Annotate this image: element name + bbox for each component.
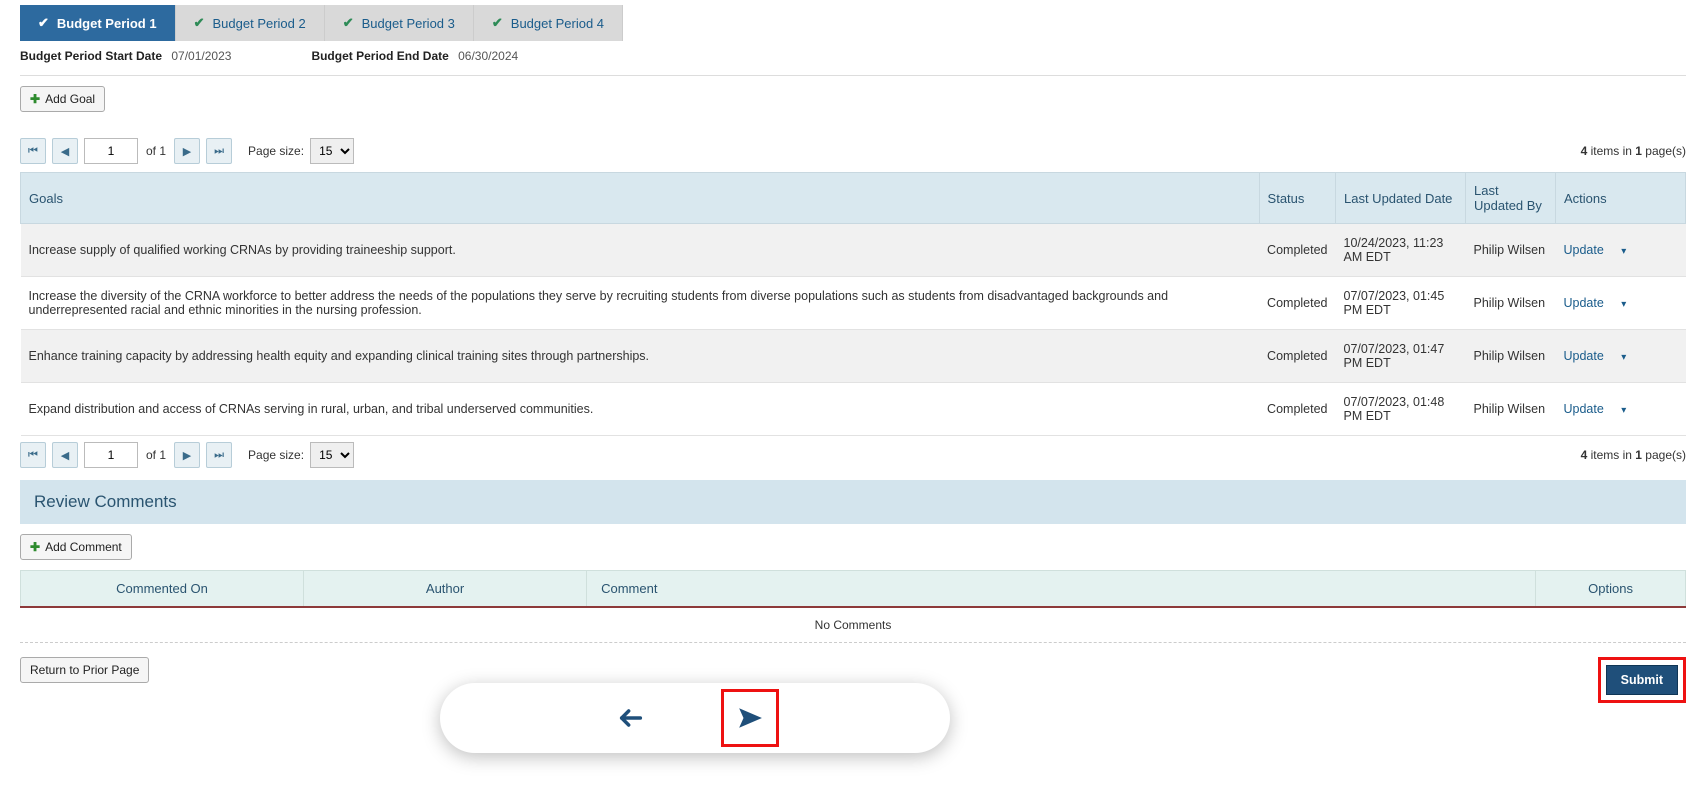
return-prior-page-button[interactable]: Return to Prior Page [20, 657, 149, 683]
pager-page-input[interactable] [84, 442, 138, 468]
pager-of-label: of 1 [144, 448, 168, 462]
end-date-label: Budget Period End Date [311, 49, 448, 63]
check-icon: ✔ [194, 15, 205, 31]
actions-cell: Update ▾ [1556, 383, 1686, 436]
pager-prev-icon[interactable]: ◀ [52, 442, 78, 468]
tab-label: Budget Period 4 [511, 16, 604, 31]
submit-highlight: Submit [1598, 657, 1686, 703]
add-comment-label: Add Comment [45, 540, 122, 554]
by-cell: Philip Wilsen [1466, 383, 1556, 436]
pager-summary: 4 items in 1 page(s) [1581, 144, 1686, 158]
back-arrow-icon[interactable] [611, 698, 651, 738]
action-caret-icon[interactable]: ▾ [1621, 299, 1626, 310]
status-cell: Completed [1259, 383, 1335, 436]
col-last-updated-by: Last Updated By [1466, 173, 1556, 224]
status-cell: Completed [1259, 330, 1335, 383]
table-row: Expand distribution and access of CRNAs … [21, 383, 1686, 436]
goal-cell: Increase the diversity of the CRNA workf… [21, 277, 1260, 330]
col-last-updated-date: Last Updated Date [1336, 173, 1466, 224]
goal-cell: Expand distribution and access of CRNAs … [21, 383, 1260, 436]
goal-cell: Enhance training capacity by addressing … [21, 330, 1260, 383]
check-icon: ✔ [343, 15, 354, 31]
table-row: Enhance training capacity by addressing … [21, 330, 1686, 383]
tab-budget-period-1[interactable]: ✔ Budget Period 1 [20, 5, 176, 41]
pager-first-icon[interactable]: ⏮ [20, 442, 46, 468]
tab-label: Budget Period 1 [57, 16, 157, 31]
col-status: Status [1259, 173, 1335, 224]
tab-budget-period-3[interactable]: ✔ Budget Period 3 [325, 5, 474, 41]
end-date-value: 06/30/2024 [458, 49, 518, 63]
date-cell: 07/07/2023, 01:45 PM EDT [1336, 277, 1466, 330]
page-size-label: Page size: [248, 448, 304, 462]
start-date-label: Budget Period Start Date [20, 49, 162, 63]
status-cell: Completed [1259, 277, 1335, 330]
pager-first-icon[interactable]: ⏮ [20, 138, 46, 164]
send-icon[interactable] [730, 698, 770, 738]
date-cell: 10/24/2023, 11:23 AM EDT [1336, 224, 1466, 277]
tab-budget-period-2[interactable]: ✔ Budget Period 2 [176, 5, 325, 41]
table-row: Increase the diversity of the CRNA workf… [21, 277, 1686, 330]
goals-table: Goals Status Last Updated Date Last Upda… [20, 172, 1686, 436]
table-row: Increase supply of qualified working CRN… [21, 224, 1686, 277]
col-comment: Comment [587, 571, 1536, 608]
goal-cell: Increase supply of qualified working CRN… [21, 224, 1260, 277]
by-cell: Philip Wilsen [1466, 277, 1556, 330]
page-size-select[interactable]: 15 [310, 442, 354, 468]
actions-cell: Update ▾ [1556, 224, 1686, 277]
actions-cell: Update ▾ [1556, 277, 1686, 330]
pager-prev-icon[interactable]: ◀ [52, 138, 78, 164]
send-highlight [721, 689, 779, 747]
start-date-value: 07/01/2023 [171, 49, 231, 63]
pager-bottom: ⏮ ◀ of 1 ▶ ⏭ Page size: 15 4 items in 1 … [20, 436, 1686, 474]
action-caret-icon[interactable]: ▾ [1621, 405, 1626, 416]
plus-icon: ✚ [30, 540, 40, 554]
date-cell: 07/07/2023, 01:48 PM EDT [1336, 383, 1466, 436]
page-size-label: Page size: [248, 144, 304, 158]
update-link[interactable]: Update [1564, 402, 1604, 416]
pager-next-icon[interactable]: ▶ [174, 442, 200, 468]
pager-top: ⏮ ◀ of 1 ▶ ⏭ Page size: 15 4 items in 1 … [20, 132, 1686, 170]
check-icon: ✔ [492, 15, 503, 31]
col-options: Options [1536, 571, 1686, 608]
budget-period-tabs: ✔ Budget Period 1 ✔ Budget Period 2 ✔ Bu… [20, 5, 1686, 41]
action-caret-icon[interactable]: ▾ [1621, 352, 1626, 363]
return-prior-label: Return to Prior Page [30, 663, 139, 677]
submit-label: Submit [1621, 673, 1663, 687]
page-size-select[interactable]: 15 [310, 138, 354, 164]
pager-next-icon[interactable]: ▶ [174, 138, 200, 164]
col-actions: Actions [1556, 173, 1686, 224]
no-comments-label: No Comments [20, 608, 1686, 643]
tab-label: Budget Period 2 [213, 16, 306, 31]
comments-table: Commented On Author Comment Options [20, 570, 1686, 608]
review-comments-header: Review Comments [20, 480, 1686, 524]
tab-label: Budget Period 3 [362, 16, 455, 31]
actions-cell: Update ▾ [1556, 330, 1686, 383]
pager-page-input[interactable] [84, 138, 138, 164]
pager-last-icon[interactable]: ⏭ [206, 442, 232, 468]
add-goal-label: Add Goal [45, 92, 95, 106]
add-goal-button[interactable]: ✚ Add Goal [20, 86, 105, 112]
floating-toolbar [440, 683, 950, 753]
submit-button[interactable]: Submit [1606, 665, 1678, 695]
update-link[interactable]: Update [1564, 349, 1604, 363]
pager-of-label: of 1 [144, 144, 168, 158]
col-commented-on: Commented On [21, 571, 304, 608]
col-goals: Goals [21, 173, 1260, 224]
date-cell: 07/07/2023, 01:47 PM EDT [1336, 330, 1466, 383]
status-cell: Completed [1259, 224, 1335, 277]
update-link[interactable]: Update [1564, 296, 1604, 310]
by-cell: Philip Wilsen [1466, 224, 1556, 277]
by-cell: Philip Wilsen [1466, 330, 1556, 383]
col-author: Author [304, 571, 587, 608]
action-caret-icon[interactable]: ▾ [1621, 246, 1626, 257]
update-link[interactable]: Update [1564, 243, 1604, 257]
pager-summary: 4 items in 1 page(s) [1581, 448, 1686, 462]
tab-budget-period-4[interactable]: ✔ Budget Period 4 [474, 5, 623, 41]
pager-last-icon[interactable]: ⏭ [206, 138, 232, 164]
check-icon: ✔ [38, 15, 49, 31]
budget-period-dates: Budget Period Start Date 07/01/2023 Budg… [20, 41, 1686, 69]
plus-icon: ✚ [30, 92, 40, 106]
add-comment-button[interactable]: ✚ Add Comment [20, 534, 132, 560]
